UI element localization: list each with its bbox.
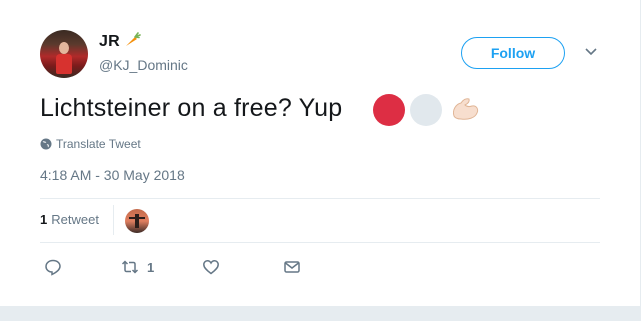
white-circle-emoji-icon [410,94,442,126]
direct-message-button[interactable] [283,258,301,276]
retweet-stat-label: Retweet [51,212,99,227]
translate-tweet-link[interactable]: Translate Tweet [40,137,141,151]
tweet-timestamp[interactable]: 4:18 AM - 30 May 2018 [40,167,185,183]
divider-top [40,198,600,199]
red-circle-emoji-icon [373,94,405,126]
retweet-count: 1 [147,259,155,275]
carrot-emoji-icon [126,32,141,46]
avatar-head [59,42,69,54]
retweet-button[interactable]: 1 [121,258,154,276]
tweet-text: Lichtsteiner on a free? Yup [40,94,343,122]
globe-icon [40,138,52,150]
translate-tweet-label: Translate Tweet [56,137,141,151]
reply-icon [45,259,61,276]
author-handle[interactable]: @KJ_Dominic [99,57,188,73]
chevron-down-icon[interactable] [584,47,598,57]
retweeter-avatar[interactable] [125,209,149,233]
stats-divider [113,205,114,235]
author-avatar[interactable] [40,30,88,78]
envelope-icon [284,261,300,273]
flexed-biceps-emoji-icon [453,98,479,120]
reply-button[interactable] [44,258,62,276]
timeline-background [0,306,641,321]
author-name[interactable]: JR [99,33,120,51]
retweeter-avatar-figure [135,214,139,228]
divider-bottom [40,242,600,243]
retweet-icon [121,260,139,274]
retweet-stats[interactable]: 1 Retweet [40,212,99,227]
avatar-shirt [56,54,72,74]
like-button[interactable] [202,258,220,276]
retweet-stat-count: 1 [40,212,48,227]
tweet-card: JR @KJ_Dominic Follow Lichtsteiner on a … [0,0,641,306]
action-bar: 1 [0,258,641,278]
follow-button[interactable]: Follow [461,37,565,69]
heart-icon [203,260,219,275]
